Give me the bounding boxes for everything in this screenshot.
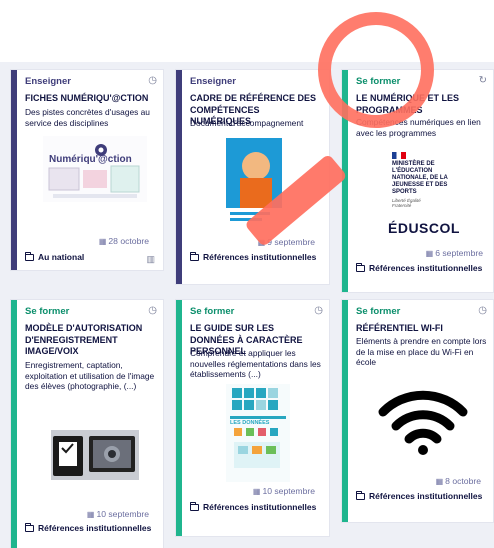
card-date: ▦ 28 octobre — [98, 236, 149, 246]
card-category: Se former — [25, 306, 70, 317]
wifi-icon — [378, 386, 468, 456]
card-tag[interactable]: Références institutionnelles — [189, 502, 323, 513]
card-date: ▦ 8 octobre — [435, 476, 481, 486]
resource-card[interactable]: Se former ◷ LE GUIDE SUR LES DONNÉES À C… — [176, 300, 329, 536]
card-title[interactable]: RÉFÉRENTIEL WI-FI — [356, 323, 485, 335]
ministry-motto: Liberté Égalité Fraternité — [392, 198, 421, 208]
card-description: Enregistrement, captation, exploitation … — [25, 360, 155, 391]
folder-icon — [189, 252, 199, 261]
clock-icon: ◷ — [148, 305, 157, 316]
card-date: ▦ 6 septembre — [425, 248, 483, 258]
card-tag[interactable]: Références institutionnelles — [355, 491, 487, 502]
card-category: Enseigner — [190, 76, 236, 87]
card-tag[interactable]: Références institutionnelles — [355, 263, 487, 274]
calendar-icon: ▦ — [425, 249, 434, 258]
book-icon: ▥ — [146, 254, 155, 264]
folder-icon — [189, 502, 199, 511]
card-tag[interactable]: Au national — [24, 252, 157, 263]
calendar-icon: ▦ — [435, 477, 444, 486]
calendar-icon: ▦ — [252, 487, 261, 496]
folder-icon — [24, 523, 34, 532]
card-category: Se former — [356, 306, 401, 317]
card-description: Des pistes concrètes d'usages au service… — [25, 107, 150, 128]
card-date: ▦ 10 septembre — [252, 486, 315, 496]
resource-card[interactable]: Se former ◷ RÉFÉRENTIEL WI-FI Eléments à… — [342, 300, 493, 522]
clock-icon: ◷ — [314, 305, 323, 316]
ministry-name: MINISTÈRE DE L'ÉDUCATION NATIONALE, DE L… — [392, 161, 448, 195]
folder-icon — [355, 491, 365, 500]
calendar-icon: ▦ — [98, 237, 107, 246]
refresh-icon: ↻ — [478, 75, 487, 86]
thumbnail-label: Numériqu'@ction — [49, 154, 132, 165]
card-date: ▦ 10 septembre — [86, 509, 149, 519]
clock-icon: ◷ — [148, 75, 157, 86]
card-description: Eléments à prendre en compte lors de la … — [356, 336, 487, 367]
card-description: Document d'accompagnement — [190, 118, 304, 128]
resource-card[interactable]: Enseigner ◷ FICHES NUMÉRIQU'@CTION Des p… — [11, 70, 163, 270]
card-tag[interactable]: Références institutionnelles — [24, 523, 157, 534]
folder-icon — [355, 263, 365, 272]
card-thumbnail: Numériqu'@ction — [43, 136, 147, 202]
card-tag[interactable]: Références institutionnelles — [189, 252, 323, 263]
resource-card[interactable]: Se former ◷ MODÈLE D'AUTORISATION D'ENRE… — [11, 300, 163, 548]
ministry-flag — [392, 152, 406, 159]
eduscol-logo: ÉDUSCOL — [388, 220, 460, 236]
folder-icon — [24, 252, 34, 261]
thumbnail-label: LES DONNÉES — [230, 420, 270, 426]
card-title[interactable]: FICHES NUMÉRIQU'@CTION — [25, 93, 155, 105]
card-description: Comprendre et appliquer les nouvelles ré… — [190, 348, 321, 379]
card-category: Se former — [190, 306, 235, 317]
card-thumbnail: MINISTÈRE DE L'ÉDUCATION NATIONALE, DE L… — [378, 150, 478, 238]
clock-icon: ◷ — [478, 305, 487, 316]
card-thumbnail — [51, 430, 139, 480]
card-category: Enseigner — [25, 76, 71, 87]
card-title[interactable]: MODÈLE D'AUTORISATION D'ENREGISTREMENT I… — [25, 323, 155, 358]
calendar-icon: ▦ — [86, 510, 95, 519]
magnifier-overlay — [318, 12, 434, 128]
card-thumbnail: LES DONNÉES — [226, 384, 290, 482]
